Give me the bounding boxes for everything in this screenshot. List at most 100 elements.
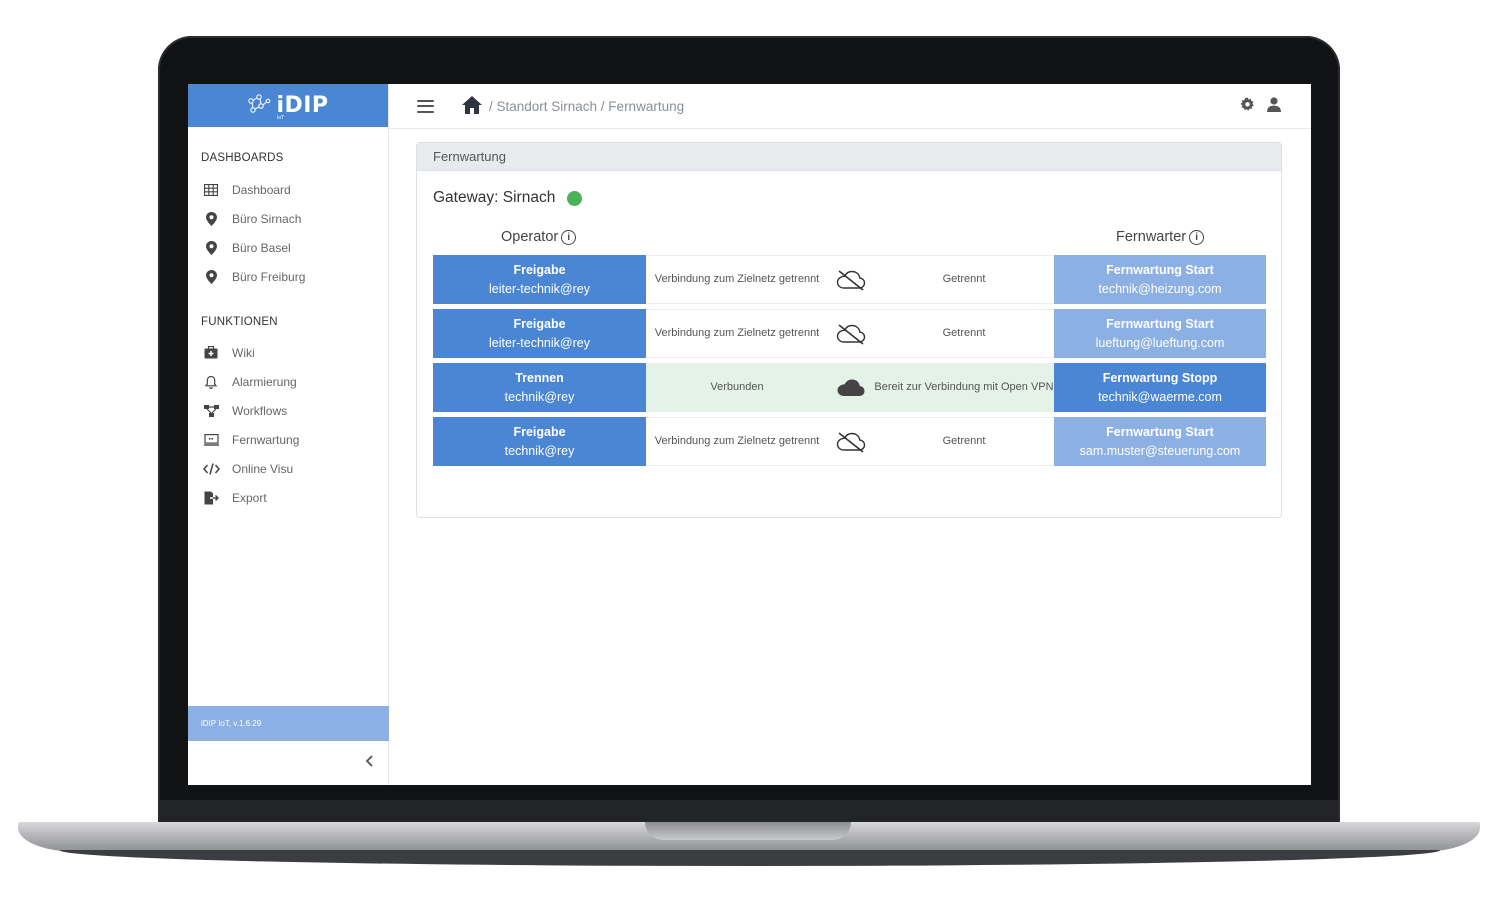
operator-action: Freigabe xyxy=(513,316,566,331)
target-network-status: Verbindung zum Zielnetz getrennt xyxy=(654,435,820,447)
vpn-status: Getrennt xyxy=(942,273,986,285)
sidebar-item-wiki[interactable]: Wiki xyxy=(188,338,388,367)
laptop-mockup: iDIP IoT DASHBOARDS Dashboard Büro Sirna… xyxy=(0,0,1500,916)
card-title: Fernwartung xyxy=(417,143,1281,171)
target-network-status: Verbindung zum Zielnetz getrennt xyxy=(654,273,820,285)
user-icon[interactable] xyxy=(1267,97,1281,117)
info-icon[interactable]: i xyxy=(561,229,577,245)
operator-action: Trennen xyxy=(515,370,564,385)
sidebar-item-label: Dashboard xyxy=(232,182,291,197)
vpn-status: Bereit zur Verbindung mit Open VPN xyxy=(874,381,1054,393)
operator-freigabe-button[interactable]: Freigabe technik@rey xyxy=(433,417,646,466)
workflow-icon xyxy=(202,404,220,417)
fernwarter-action: Fernwartung Start xyxy=(1106,262,1214,277)
fernwarter-user: sam.muster@steuerung.com xyxy=(1079,443,1241,458)
fernwartung-start-button[interactable]: Fernwartung Start lueftung@lueftung.com xyxy=(1054,309,1266,358)
map-pin-icon xyxy=(202,269,220,284)
sidebar: iDIP IoT DASHBOARDS Dashboard Büro Sirna… xyxy=(188,84,389,785)
brand-name: iDIP xyxy=(276,93,329,118)
vpn-status: Getrennt xyxy=(942,435,986,447)
info-icon[interactable]: i xyxy=(1189,229,1205,245)
remote-screen-icon xyxy=(202,433,220,446)
medkit-icon xyxy=(202,346,220,359)
operator-freigabe-button[interactable]: Freigabe leiter-technik@rey xyxy=(433,255,646,304)
vpn-status: Getrennt xyxy=(942,327,986,339)
brand-logo[interactable]: iDIP IoT xyxy=(188,84,388,127)
version-bar: iDIP IoT, v.1.6.29 xyxy=(188,706,389,741)
sidebar-item-label: Fernwartung xyxy=(232,432,300,447)
connection-row-active: Trennen technik@rey Verbunden Bereit zur… xyxy=(433,363,1266,412)
connection-row: Freigabe leiter-technik@rey Verbindung z… xyxy=(433,309,1266,358)
map-pin-icon xyxy=(202,240,220,255)
target-network-status: Verbindung zum Zielnetz getrennt xyxy=(654,327,820,339)
operator-action: Freigabe xyxy=(513,262,566,277)
sidebar-item-label: Alarmierung xyxy=(232,374,297,389)
operator-trennen-button[interactable]: Trennen technik@rey xyxy=(433,363,646,412)
functions-heading: FUNKTIONEN xyxy=(201,316,278,328)
fernwarter-user: lueftung@lueftung.com xyxy=(1095,335,1225,350)
operator-user: technik@rey xyxy=(504,389,575,404)
sidebar-item-label: Export xyxy=(232,490,267,505)
laptop-notch xyxy=(645,822,851,840)
operator-freigabe-button[interactable]: Freigabe leiter-technik@rey xyxy=(433,309,646,358)
fernwarter-action: Fernwartung Stopp xyxy=(1102,370,1218,385)
operator-user: leiter-technik@rey xyxy=(489,335,590,350)
sidebar-item-buero-freiburg[interactable]: Büro Freiburg xyxy=(188,262,388,291)
fernwarter-user: technik@heizung.com xyxy=(1098,281,1222,296)
cloud-off-icon xyxy=(828,269,874,291)
code-icon xyxy=(202,462,220,475)
app-screen: iDIP IoT DASHBOARDS Dashboard Büro Sirna… xyxy=(188,84,1311,785)
target-network-status: Verbunden xyxy=(710,381,764,393)
connection-row: Freigabe leiter-technik@rey Verbindung z… xyxy=(433,255,1266,304)
connection-status: Verbindung zum Zielnetz getrennt Getrenn… xyxy=(646,309,1054,358)
fernwartung-start-button[interactable]: Fernwartung Start technik@heizung.com xyxy=(1054,255,1266,304)
fernwarter-action: Fernwartung Start xyxy=(1106,424,1214,439)
fernwartung-start-button[interactable]: Fernwartung Start sam.muster@steuerung.c… xyxy=(1054,417,1266,466)
laptop-chin xyxy=(160,800,1338,824)
fernwarter-label: Fernwarter xyxy=(1116,229,1187,245)
sidebar-item-buero-basel[interactable]: Büro Basel xyxy=(188,233,388,262)
bell-icon xyxy=(202,375,220,389)
operator-column-header: Operator i xyxy=(501,229,577,245)
sidebar-item-label: Büro Sirnach xyxy=(232,211,302,226)
sidebar-item-alarmierung[interactable]: Alarmierung xyxy=(188,367,388,396)
topbar: / Standort Sirnach / Fernwartung xyxy=(389,84,1311,129)
sidebar-item-fernwartung[interactable]: Fernwartung xyxy=(188,425,388,454)
connection-status: Verbunden Bereit zur Verbindung mit Open… xyxy=(646,363,1054,412)
molecule-icon xyxy=(247,93,273,118)
sidebar-item-label: Online Visu xyxy=(232,461,294,476)
sidebar-item-dashboard[interactable]: Dashboard xyxy=(188,175,388,204)
connection-row: Freigabe technik@rey Verbindung zum Ziel… xyxy=(433,417,1266,466)
operator-user: leiter-technik@rey xyxy=(489,281,590,296)
sidebar-item-online-visu[interactable]: Online Visu xyxy=(188,454,388,483)
dashboards-heading: DASHBOARDS xyxy=(201,152,284,164)
laptop-base-shadow xyxy=(60,850,1440,866)
connection-status: Verbindung zum Zielnetz getrennt Getrenn… xyxy=(646,417,1054,466)
gear-icon[interactable] xyxy=(1240,97,1255,117)
sidebar-item-label: Wiki xyxy=(232,345,255,360)
sidebar-item-buero-sirnach[interactable]: Büro Sirnach xyxy=(188,204,388,233)
gateway-label: Gateway: Sirnach xyxy=(433,189,556,206)
cloud-icon xyxy=(828,377,874,399)
sidebar-item-export[interactable]: Export xyxy=(188,483,388,512)
grid-icon xyxy=(202,183,220,196)
fernwarter-action: Fernwartung Start xyxy=(1106,316,1214,331)
breadcrumb: / Standort Sirnach / Fernwartung xyxy=(489,98,685,114)
operator-action: Freigabe xyxy=(513,424,566,439)
sidebar-item-label: Büro Freiburg xyxy=(232,269,306,284)
cloud-off-icon xyxy=(828,431,874,453)
connection-status: Verbindung zum Zielnetz getrennt Getrenn… xyxy=(646,255,1054,304)
export-icon xyxy=(202,491,220,505)
fernwartung-stopp-button[interactable]: Fernwartung Stopp technik@waerme.com xyxy=(1054,363,1266,412)
gateway-heading: Gateway: Sirnach xyxy=(433,189,583,207)
map-pin-icon xyxy=(202,211,220,226)
fernwarter-column-header: Fernwarter i xyxy=(1116,229,1205,245)
hamburger-menu-icon[interactable] xyxy=(417,99,434,113)
gateway-status-dot xyxy=(567,190,583,206)
home-icon[interactable] xyxy=(461,95,483,117)
operator-user: technik@rey xyxy=(504,443,575,458)
sidebar-item-workflows[interactable]: Workflows xyxy=(188,396,388,425)
chevron-left-icon[interactable] xyxy=(365,754,374,770)
cloud-off-icon xyxy=(828,323,874,345)
sidebar-item-label: Büro Basel xyxy=(232,240,291,255)
